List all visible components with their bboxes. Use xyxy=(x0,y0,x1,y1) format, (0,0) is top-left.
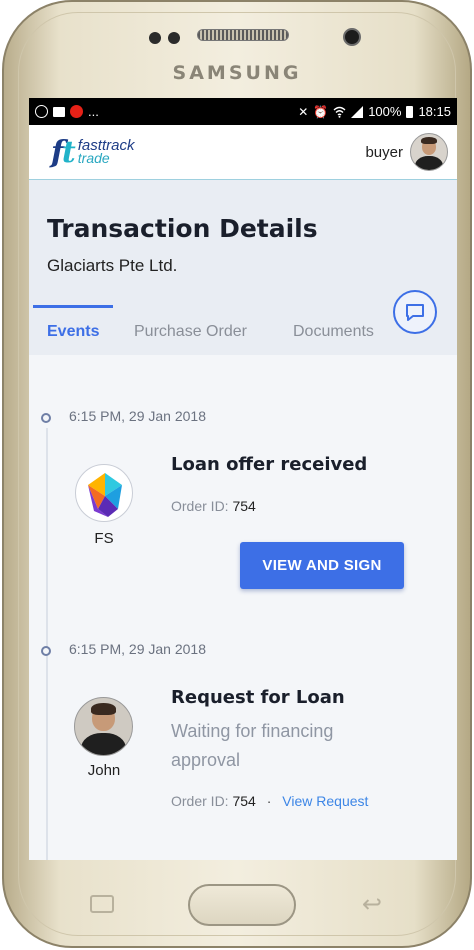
sensor-dot xyxy=(149,32,161,44)
order-id-line: Order ID: 754 · View Request xyxy=(171,793,369,809)
data-saver-icon xyxy=(35,105,48,118)
timeline-dot xyxy=(41,413,51,423)
battery-icon xyxy=(406,105,414,118)
battery-percent: 100% xyxy=(368,104,402,119)
status-bar: ... ✕ ⏰ 100% 18:15 xyxy=(29,98,457,125)
wifi-icon xyxy=(333,106,346,118)
chat-button[interactable] xyxy=(393,290,437,334)
signal-icon xyxy=(351,105,364,118)
app-bar: ft fasttrack trade buyer xyxy=(29,125,457,180)
back-button[interactable]: ↩ xyxy=(362,890,382,918)
john-avatar xyxy=(74,697,133,756)
timeline-line xyxy=(46,428,48,860)
mute-icon: ✕ xyxy=(298,104,309,119)
gallery-icon xyxy=(53,106,65,117)
order-id: 754 xyxy=(232,498,256,514)
sensor-dot xyxy=(168,32,180,44)
party-label: John xyxy=(87,762,121,779)
logo-line2: trade xyxy=(77,150,110,166)
recent-apps-button[interactable] xyxy=(90,895,114,913)
timeline-dot xyxy=(41,646,51,656)
fs-logo xyxy=(75,464,133,522)
fasttrack-logo[interactable]: ft fasttrack trade xyxy=(51,135,134,170)
transaction-header: Transaction Details Glaciarts Pte Ltd. E… xyxy=(29,180,457,355)
event-time: 6:15 PM, 29 Jan 2018 xyxy=(69,641,206,657)
status-more: ... xyxy=(88,104,99,119)
event-title: Loan offer received xyxy=(171,454,368,475)
user-avatar[interactable] xyxy=(410,133,448,171)
tab-events[interactable]: Events xyxy=(47,308,99,355)
youtube-icon xyxy=(70,105,83,118)
alarm-icon: ⏰ xyxy=(313,104,329,119)
device-brand: SAMSUNG xyxy=(172,62,302,84)
event-title: Request for Loan xyxy=(171,687,345,708)
page-title: Transaction Details xyxy=(47,214,318,243)
home-button[interactable] xyxy=(188,884,296,926)
event-time: 6:15 PM, 29 Jan 2018 xyxy=(69,408,206,424)
tab-purchase-order[interactable]: Purchase Order xyxy=(134,308,247,355)
event-description: Waiting for financing approval xyxy=(171,721,334,770)
company-name: Glaciarts Pte Ltd. xyxy=(47,256,178,275)
active-tab-indicator xyxy=(33,305,113,308)
order-id: 754 xyxy=(232,793,256,809)
user-role-label[interactable]: buyer xyxy=(365,144,403,161)
front-camera xyxy=(343,28,361,46)
logo-mark: ft xyxy=(51,134,76,170)
view-request-link[interactable]: View Request xyxy=(282,793,368,809)
view-and-sign-button[interactable]: VIEW AND SIGN xyxy=(240,542,404,589)
tab-documents[interactable]: Documents xyxy=(293,308,374,355)
app-screen: ... ✕ ⏰ 100% 18:15 ft fasttrack trade bu… xyxy=(29,98,457,860)
order-id-line: Order ID: 754 xyxy=(171,498,256,514)
clock: 18:15 xyxy=(418,104,451,119)
chat-icon xyxy=(406,304,424,321)
party-label: FS xyxy=(94,530,114,547)
speaker-grill xyxy=(197,29,289,41)
